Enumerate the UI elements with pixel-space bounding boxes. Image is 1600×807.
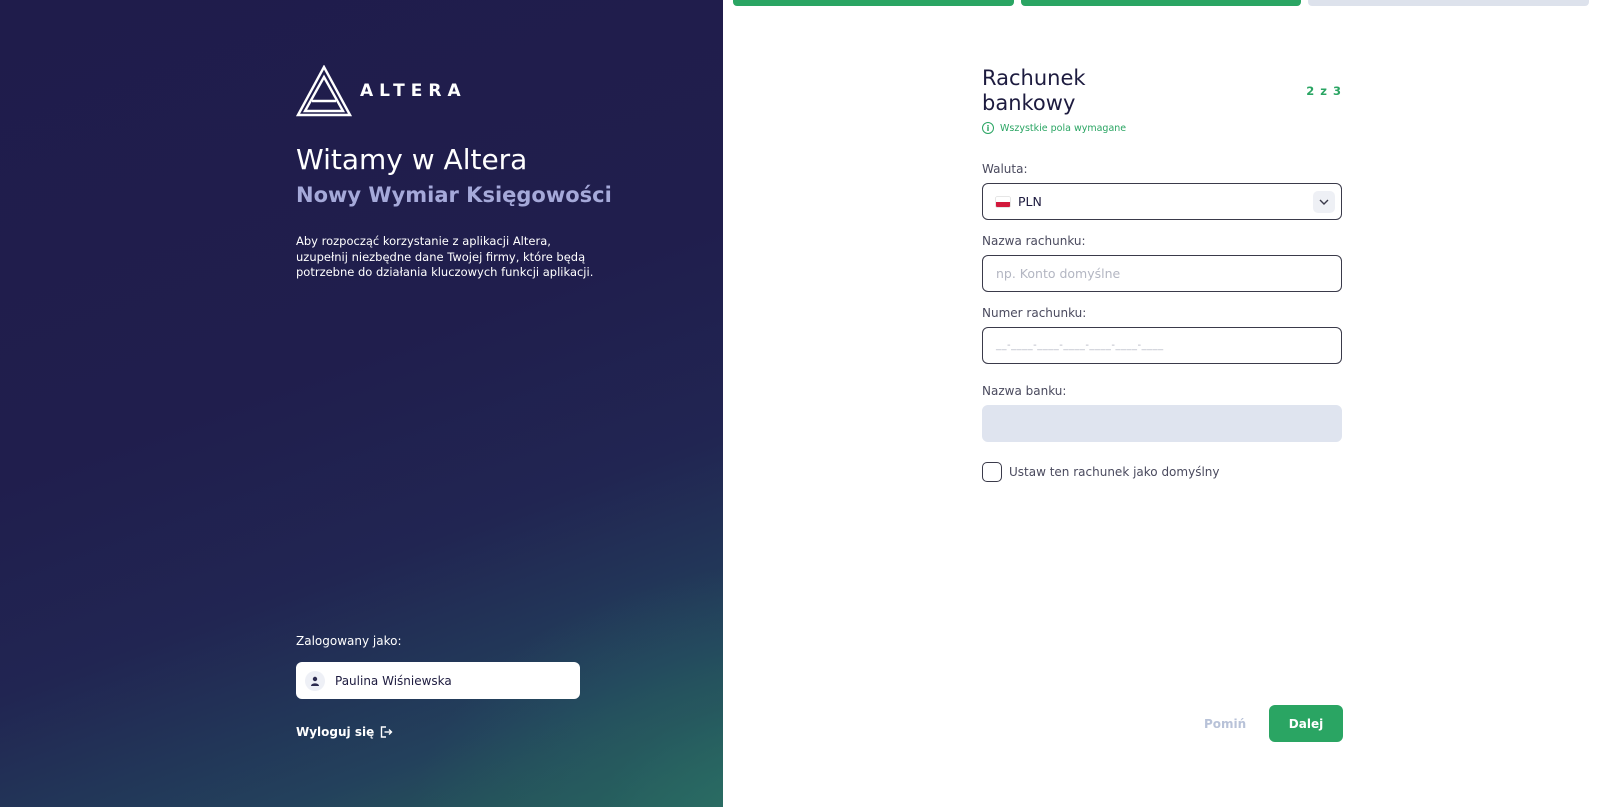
required-note-text: Wszystkie pola wymagane [1000,122,1127,134]
progress-step-3 [1308,0,1590,6]
brand-name: ALTERA [360,81,467,101]
currency-label: Waluta: [982,162,1028,176]
user-icon [305,670,325,691]
logout-icon [381,726,393,738]
bank-name-label: Nazwa banku: [982,384,1067,398]
current-user-box: Paulina Wiśniewska [296,662,580,699]
logout-link[interactable]: Wyloguj się [296,725,393,739]
account-number-input[interactable]: __-____-____-____-____-____-____ [982,327,1342,364]
account-name-label: Nazwa rachunku: [982,234,1086,248]
progress-step-1 [733,0,1014,6]
account-number-placeholder: __-____-____-____-____-____-____ [996,340,1164,351]
default-account-checkbox[interactable] [982,462,1002,482]
bank-name-field [982,405,1342,442]
account-name-input[interactable]: np. Konto domyślne [982,255,1342,292]
currency-select[interactable]: PLN [982,183,1342,220]
account-number-label: Numer rachunku: [982,306,1087,320]
poland-flag-icon [996,196,1010,207]
skip-button[interactable]: Pomiń [1204,717,1246,731]
altera-logo-icon [296,65,352,117]
progress-step-2 [1020,0,1302,6]
intro-text: Aby rozpocząć korzystanie z aplikacji Al… [296,234,594,279]
step-indicator: 2 z 3 [1306,84,1342,98]
logout-label: Wyloguj się [296,725,375,739]
logged-in-label: Zalogowany jako: [296,634,402,648]
altera-logo: ALTERA [296,65,467,117]
chevron-down-icon[interactable] [1313,191,1335,213]
info-icon: i [982,122,994,134]
default-account-option[interactable]: Ustaw ten rachunek jako domyślny [982,462,1220,482]
welcome-heading: Witamy w Altera [296,143,528,176]
next-button[interactable]: Dalej [1269,705,1343,742]
account-name-placeholder: np. Konto domyślne [996,266,1121,281]
form-title: Rachunek bankowy [982,66,1086,115]
welcome-panel: ALTERA Witamy w Altera Nowy Wymiar Księg… [0,0,723,807]
currency-value: PLN [1018,194,1042,209]
user-name: Paulina Wiśniewska [335,673,452,688]
default-account-label: Ustaw ten rachunek jako domyślny [1009,465,1220,479]
welcome-subtitle: Nowy Wymiar Księgowości [296,183,612,207]
required-note: i Wszystkie pola wymagane [982,122,1126,134]
progress-bar [733,0,1590,6]
